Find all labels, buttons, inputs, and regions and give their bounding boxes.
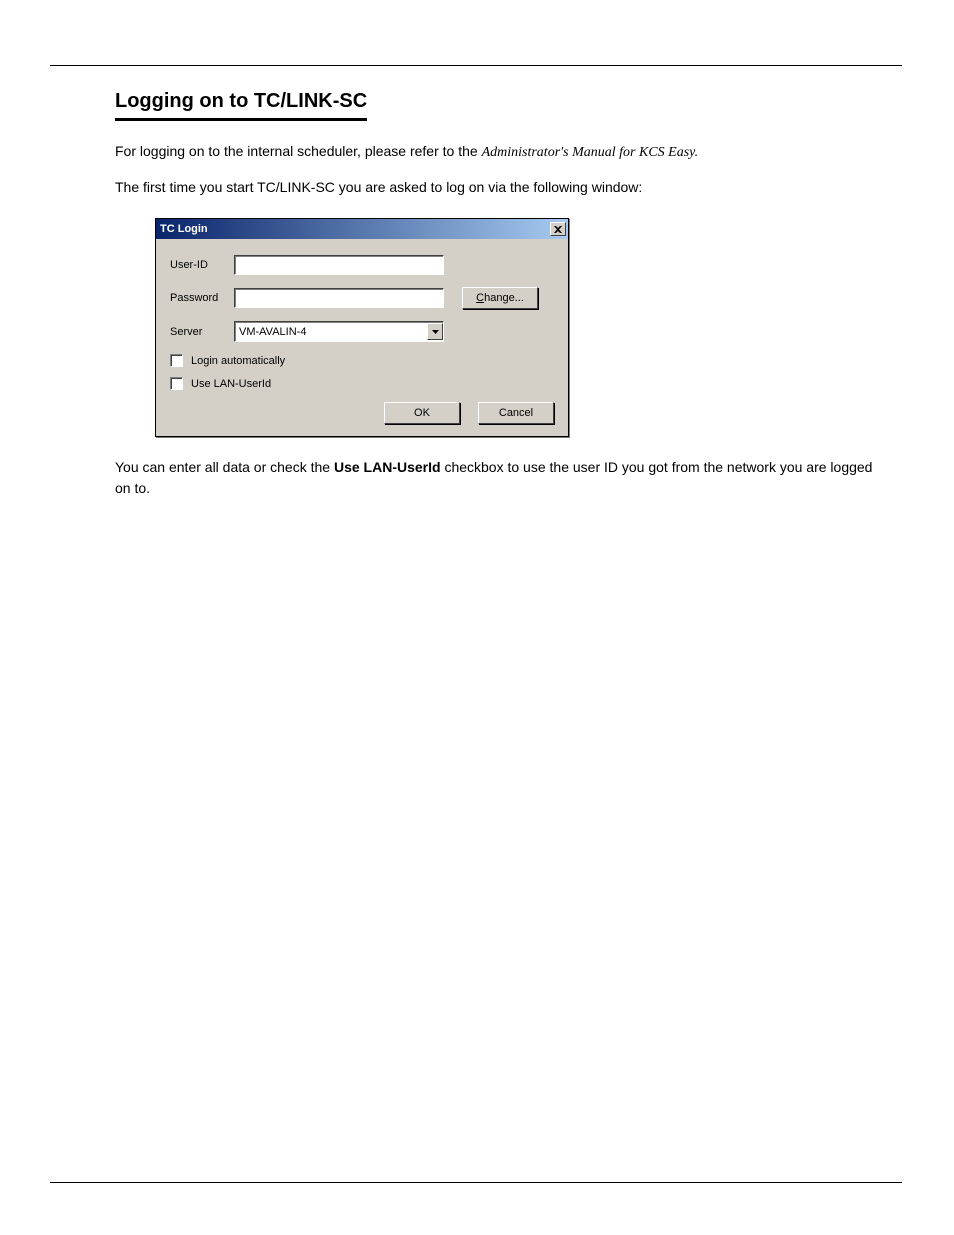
dialog-screenshot: TC Login User-ID Password Change... Serv… (155, 218, 875, 437)
server-row: Server VM-AVALIN-4 (170, 321, 554, 342)
use-lan-checkbox[interactable] (170, 377, 183, 390)
paragraph-1-italic: Administrator's Manual for KCS Easy. (482, 145, 699, 160)
combo-dropdown-button[interactable] (427, 323, 443, 340)
server-combo[interactable]: VM-AVALIN-4 (234, 321, 444, 342)
cancel-button[interactable]: Cancel (478, 402, 554, 424)
change-button-mnemonic: C (476, 292, 484, 304)
chevron-down-icon (432, 330, 439, 334)
user-id-row: User-ID (170, 255, 554, 275)
footer-rule (50, 1182, 902, 1183)
server-label: Server (170, 326, 234, 338)
login-dialog: TC Login User-ID Password Change... Serv… (155, 218, 569, 437)
paragraph-2: The first time you start TC/LINK-SC you … (115, 177, 875, 198)
paragraph-3: You can enter all data or check the Use … (115, 457, 875, 499)
header-rule (50, 65, 902, 66)
section-heading: Logging on to TC/LINK-SC (115, 90, 367, 121)
user-id-label: User-ID (170, 259, 234, 271)
dialog-body: User-ID Password Change... Server VM-AVA… (156, 239, 568, 436)
login-auto-row: Login automatically (170, 354, 554, 367)
dialog-titlebar: TC Login (156, 219, 568, 239)
paragraph-1-text: For logging on to the internal scheduler… (115, 143, 482, 159)
close-icon (554, 226, 562, 233)
use-lan-label: Use LAN-UserId (191, 378, 271, 390)
dialog-title: TC Login (160, 223, 208, 235)
change-button[interactable]: Change... (462, 287, 538, 309)
password-input[interactable] (234, 288, 444, 308)
paragraph-3-prefix: You can enter all data or check the (115, 459, 334, 475)
paragraph-1: For logging on to the internal scheduler… (115, 141, 875, 163)
page-content: Logging on to TC/LINK-SC For logging on … (115, 90, 875, 513)
server-value: VM-AVALIN-4 (239, 326, 306, 338)
paragraph-3-bold: Use LAN-UserId (334, 459, 441, 475)
password-label: Password (170, 292, 234, 304)
use-lan-row: Use LAN-UserId (170, 377, 554, 390)
user-id-input[interactable] (234, 255, 444, 275)
password-row: Password Change... (170, 287, 554, 309)
change-button-rest: hange... (484, 292, 524, 304)
dialog-button-row: OK Cancel (170, 402, 554, 424)
login-auto-checkbox[interactable] (170, 354, 183, 367)
login-auto-label: Login automatically (191, 355, 285, 367)
ok-button[interactable]: OK (384, 402, 460, 424)
close-button[interactable] (550, 222, 566, 236)
